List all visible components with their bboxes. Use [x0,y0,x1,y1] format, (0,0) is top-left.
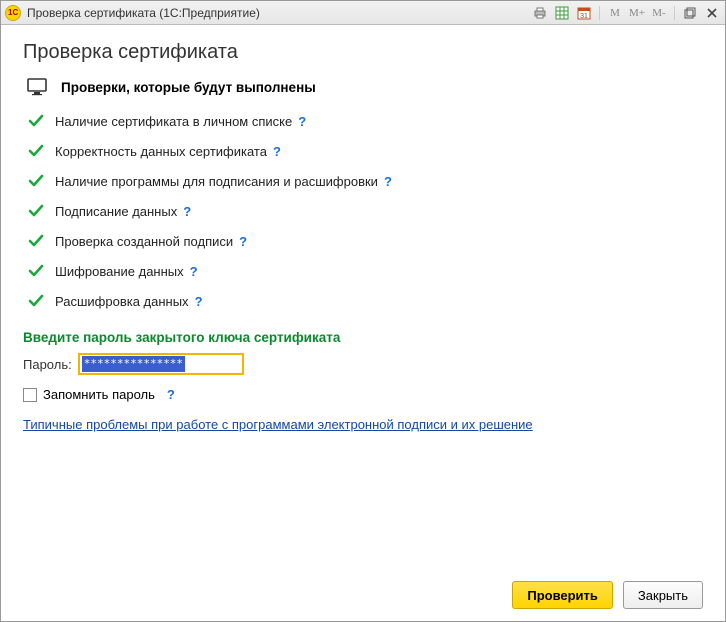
check-help-icon[interactable]: ? [190,264,198,279]
check-button[interactable]: Проверить [512,581,613,609]
window-title: Проверка сертификата (1С:Предприятие) [27,6,531,20]
check-help-icon[interactable]: ? [183,204,191,219]
check-help-icon[interactable]: ? [298,114,306,129]
content: Проверка сертификата Проверки, которые б… [1,25,725,621]
titlebar: Проверка сертификата (1С:Предприятие) 31… [1,1,725,25]
check-help-icon[interactable]: ? [195,294,203,309]
footer: Проверить Закрыть [23,571,703,609]
check-help-icon[interactable]: ? [384,174,392,189]
calendar-icon[interactable]: 31 [575,4,593,22]
check-label: Корректность данных сертификата [55,144,267,159]
password-label: Пароль: [23,357,72,372]
page-title: Проверка сертификата [23,41,703,64]
memory-m-button[interactable]: M [606,4,624,22]
close-button[interactable]: Закрыть [623,581,703,609]
memory-mminus-button[interactable]: M- [650,4,668,22]
check-label: Проверка созданной подписи [55,234,233,249]
checks-header-label: Проверки, которые будут выполнены [61,80,316,95]
password-value: *************** [82,356,185,372]
check-row: Расшифровка данных? [23,286,703,316]
print-icon[interactable] [531,4,549,22]
check-label: Наличие программы для подписания и расши… [55,174,378,189]
checkmark-icon [27,262,55,280]
check-label: Расшифровка данных [55,294,189,309]
check-label: Шифрование данных [55,264,184,279]
checks-header-row: Проверки, которые будут выполнены [23,78,703,96]
troubleshooting-link[interactable]: Типичные проблемы при работе с программа… [23,416,703,434]
close-icon[interactable] [703,4,721,22]
checkmark-icon [27,172,55,190]
check-label: Наличие сертификата в личном списке [55,114,292,129]
remember-help-icon[interactable]: ? [167,387,175,402]
check-label: Подписание данных [55,204,177,219]
app-icon [5,5,21,21]
check-help-icon[interactable]: ? [239,234,247,249]
memory-mplus-button[interactable]: M+ [628,4,646,22]
password-row: Пароль: *************** [23,353,703,375]
remember-checkbox[interactable] [23,388,37,402]
password-prompt: Введите пароль закрытого ключа сертифика… [23,330,703,345]
checkmark-icon [27,112,55,130]
password-input[interactable]: *************** [78,353,244,375]
monitor-icon [27,78,47,96]
window: Проверка сертификата (1С:Предприятие) 31… [0,0,726,622]
titlebar-controls: 31 M M+ M- [531,4,721,22]
check-list: Наличие сертификата в личном списке?Корр… [23,106,703,316]
window-restore-icon[interactable] [681,4,699,22]
remember-label: Запомнить пароль [43,387,155,402]
check-row: Наличие программы для подписания и расши… [23,166,703,196]
remember-row: Запомнить пароль ? [23,387,703,402]
check-help-icon[interactable]: ? [273,144,281,159]
check-row: Проверка созданной подписи? [23,226,703,256]
check-row: Наличие сертификата в личном списке? [23,106,703,136]
checkmark-icon [27,292,55,310]
svg-text:31: 31 [580,13,588,20]
checkmark-icon [27,232,55,250]
check-row: Подписание данных? [23,196,703,226]
check-row: Шифрование данных? [23,256,703,286]
checkmark-icon [27,142,55,160]
grid-icon[interactable] [553,4,571,22]
check-row: Корректность данных сертификата? [23,136,703,166]
checkmark-icon [27,202,55,220]
